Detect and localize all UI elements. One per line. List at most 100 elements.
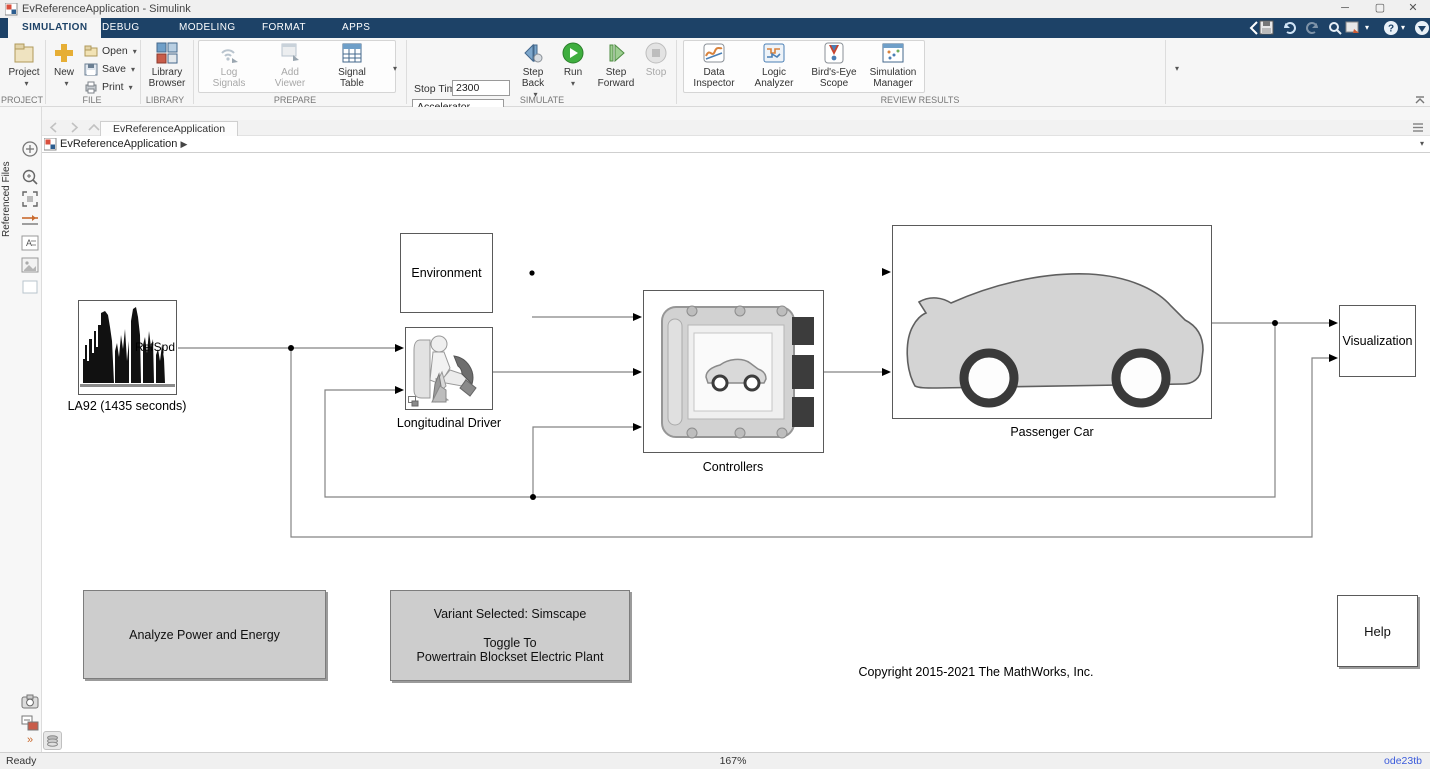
dropdown-caret-icon: ▾ [571, 78, 575, 89]
data-inspector-button[interactable]: Data Inspector [689, 41, 739, 89]
controllers-block[interactable] [643, 290, 824, 453]
data-inspector-icon [702, 41, 726, 65]
log-signals-button[interactable]: Log Signals [205, 41, 253, 89]
ribbon: Project▾ PROJECT New▾ Open▾ Save▾ Print▾… [0, 38, 1430, 107]
screenshot-camera-icon[interactable] [20, 692, 40, 712]
step-back-icon [521, 41, 545, 65]
image-icon[interactable] [20, 255, 40, 275]
save-file-button[interactable]: Save▾ [84, 61, 135, 77]
undo-icon[interactable] [1281, 20, 1299, 36]
open-button[interactable]: Open▾ [84, 43, 137, 59]
run-icon [561, 41, 585, 65]
breadcrumb-bar: EvReferenceApplication ▶ ▾ [0, 136, 1430, 153]
screenshot-icon[interactable] [1344, 20, 1362, 36]
screenshot-caret-icon[interactable]: ▾ [1365, 23, 1369, 32]
status-ready: Ready [6, 755, 36, 767]
tab-debug[interactable]: DEBUG [88, 18, 154, 38]
stop-button[interactable]: Stop [642, 41, 670, 78]
breadcrumb[interactable]: EvReferenceApplication ▶ [60, 138, 187, 150]
passenger-car-block[interactable] [892, 225, 1212, 419]
dropdown-caret-icon: ▾ [64, 78, 68, 89]
breadcrumb-caret-icon[interactable]: ▾ [1420, 139, 1424, 148]
svg-text:A: A [26, 238, 32, 248]
print-icon [84, 81, 98, 94]
project-button[interactable]: Project▾ [6, 41, 42, 89]
step-back-button[interactable]: Step Back▾ [515, 41, 551, 100]
help-icon[interactable]: ? [1382, 20, 1400, 36]
search-icon[interactable] [1326, 20, 1344, 36]
ribbon-gallery-caret-icon[interactable]: ▾ [1175, 64, 1179, 73]
controllers-caption: Controllers [653, 460, 813, 474]
new-button[interactable]: New▾ [48, 41, 80, 89]
more-tools-icon[interactable]: » [20, 734, 40, 754]
up-icon[interactable] [88, 122, 100, 133]
birds-eye-scope-button[interactable]: Bird's-Eye Scope [808, 41, 860, 89]
annotation-icon[interactable]: A [20, 233, 40, 253]
forward-icon[interactable] [68, 122, 80, 133]
options-icon[interactable] [1413, 20, 1430, 36]
prepare-more-icon[interactable]: ▾ [393, 64, 397, 73]
signal-routing-icon[interactable] [20, 211, 40, 231]
print-button[interactable]: Print▾ [84, 79, 133, 95]
dropdown-caret-icon: ▾ [131, 65, 135, 74]
simulink-logo-icon [5, 3, 18, 16]
run-button[interactable]: Run▾ [558, 41, 588, 89]
environment-block[interactable]: Environment [400, 233, 493, 313]
back-icon[interactable] [48, 122, 60, 133]
signal-table-button[interactable]: Signal Table [328, 41, 376, 89]
log-signals-icon [217, 41, 241, 65]
save-file-icon [84, 63, 98, 76]
save-icon[interactable] [1258, 20, 1276, 36]
visualization-block[interactable]: Visualization [1339, 305, 1416, 377]
status-bar: Ready 167% ode23tb [0, 752, 1430, 769]
maximize-icon[interactable]: ▢ [1365, 0, 1395, 18]
layers-button[interactable] [43, 731, 62, 750]
logic-analyzer-icon [762, 41, 786, 65]
help-button[interactable]: Help [1337, 595, 1418, 667]
drive-cycle-block[interactable]: RefSpd [78, 300, 177, 395]
layers-icon [46, 735, 59, 747]
open-icon [84, 45, 98, 58]
title-bar: EvReferenceApplication - Simulink ─ ▢ ✕ [0, 0, 1430, 18]
drive-cycle-caption: LA92 (1435 seconds) [37, 399, 217, 413]
minimize-icon[interactable]: ─ [1330, 0, 1360, 18]
longitudinal-driver-caption: Longitudinal Driver [369, 416, 529, 430]
show-explorer-icon[interactable] [20, 139, 40, 159]
output-port-label: RefSpd [135, 340, 175, 354]
close-icon[interactable]: ✕ [1398, 0, 1428, 18]
project-icon [12, 41, 36, 65]
add-viewer-button[interactable]: Add Viewer [266, 41, 314, 89]
simulation-manager-button[interactable]: Simulation Manager [866, 41, 920, 89]
area-box-icon[interactable] [20, 277, 40, 297]
tools-row: Tools ▾ [0, 107, 1430, 120]
longitudinal-driver-block[interactable] [405, 327, 493, 410]
tab-modeling[interactable]: MODELING [165, 18, 250, 38]
section-label-prepare: PREPARE [245, 95, 345, 105]
referenced-files-tab[interactable]: Referenced Files [1, 127, 12, 237]
fit-to-view-icon[interactable] [20, 189, 40, 209]
library-browser-button[interactable]: Library Browser [145, 41, 189, 89]
copyright-note: Copyright 2015-2021 The MathWorks, Inc. [826, 665, 1126, 679]
minimize-ribbon-icon[interactable] [1414, 95, 1426, 105]
redo-icon[interactable] [1303, 20, 1321, 36]
document-tab[interactable]: EvReferenceApplication [100, 121, 238, 136]
section-label-library: LIBRARY [115, 95, 215, 105]
subsystem-badge-icon[interactable] [20, 713, 40, 733]
hamburger-icon[interactable] [1412, 122, 1424, 133]
tab-apps[interactable]: APPS [328, 18, 384, 38]
logic-analyzer-button[interactable]: Logic Analyzer [749, 41, 799, 89]
variant-toggle-button[interactable]: Variant Selected: Simscape Toggle To Pow… [390, 590, 630, 681]
window-title: EvReferenceApplication - Simulink [22, 3, 191, 15]
stop-time-input[interactable] [452, 80, 510, 96]
analyze-power-button[interactable]: Analyze Power and Energy [83, 590, 326, 679]
document-tab-bar: EvReferenceApplication [0, 120, 1430, 136]
step-forward-icon [604, 41, 628, 65]
tab-format[interactable]: FORMAT [248, 18, 320, 38]
status-solver-link[interactable]: ode23tb [1384, 755, 1422, 767]
zoom-icon[interactable] [20, 167, 40, 187]
step-forward-button[interactable]: Step Forward [596, 41, 636, 89]
section-label-simulate: SIMULATE [492, 95, 592, 105]
dropdown-caret-icon: ▾ [24, 78, 28, 89]
help-caret-icon[interactable]: ▾ [1401, 23, 1405, 32]
palette-sidebar: Referenced Files A » [0, 107, 42, 752]
